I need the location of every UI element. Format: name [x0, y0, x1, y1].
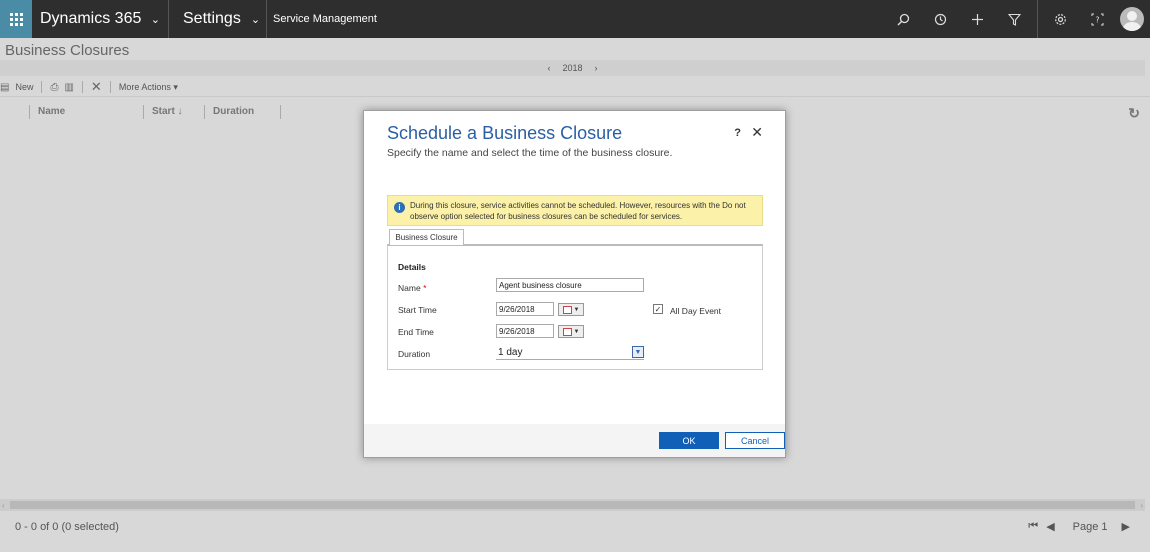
all-day-checkbox[interactable]: ✓ — [653, 304, 663, 314]
next-year-button[interactable]: › — [595, 63, 598, 73]
scroll-left-icon[interactable]: ‹ — [2, 501, 5, 510]
chevron-down-icon: ⌄ — [250, 13, 261, 26]
schedule-closure-dialog: Schedule a Business Closure Specify the … — [363, 110, 786, 458]
calendar-icon — [562, 305, 572, 314]
start-date-picker-button[interactable]: ▼ — [558, 303, 584, 316]
filter-icon[interactable] — [996, 0, 1033, 38]
refresh-icon[interactable]: ↻ — [1128, 105, 1140, 122]
start-time-label: Start Time — [398, 305, 437, 315]
delete-icon[interactable]: ✕ — [91, 79, 102, 95]
new-button[interactable]: New — [15, 82, 33, 92]
end-date-picker-button[interactable]: ▼ — [558, 325, 584, 338]
duration-select[interactable]: 1 day ▼ — [496, 346, 644, 360]
column-divider — [29, 104, 30, 119]
app-name: Dynamics 365 — [40, 10, 142, 27]
page-title: Business Closures — [5, 42, 130, 59]
scroll-right-icon[interactable]: › — [1140, 501, 1143, 510]
duration-label: Duration — [398, 349, 431, 359]
info-icon: i — [394, 202, 405, 213]
all-day-label: All Day Event — [670, 306, 722, 316]
page-number: Page 1 — [1072, 520, 1108, 533]
chevron-down-icon: ⌄ — [150, 13, 160, 26]
status-bar: 0 - 0 of 0 (0 selected) ⏮ ◀ Page 1 ▶ — [0, 512, 1150, 542]
nav-divider — [1037, 0, 1038, 38]
nav-icon-group: ? — [885, 0, 1150, 38]
column-header-duration[interactable]: Duration — [213, 106, 280, 117]
start-date-input[interactable]: 9/26/2018 — [496, 302, 554, 316]
column-divider — [280, 104, 281, 119]
area-name: Settings — [183, 10, 241, 27]
tab-business-closure[interactable]: Business Closure — [389, 229, 464, 245]
required-marker: * — [423, 283, 427, 293]
toolbar-divider — [81, 81, 83, 93]
name-label: Name * — [398, 283, 426, 293]
caret-down-icon: ▼ — [573, 306, 580, 313]
command-bar: ▤ New ⎙ ▥ ✕ More Actions ▾ — [0, 79, 178, 95]
name-label-text: Name — [398, 283, 421, 293]
end-time-label: End Time — [398, 327, 434, 337]
more-actions-button[interactable]: More Actions ▾ — [119, 82, 178, 93]
name-input[interactable]: Agent business closure — [496, 278, 644, 292]
ok-button[interactable]: OK — [659, 432, 719, 449]
pager: ⏮ ◀ Page 1 ▶ — [1028, 520, 1130, 533]
next-page-icon[interactable]: ▶ — [1122, 520, 1130, 533]
recent-icon[interactable] — [922, 0, 959, 38]
column-header-name[interactable]: Name — [38, 106, 143, 117]
more-actions-label: More Actions — [118, 81, 171, 92]
dialog-title: Schedule a Business Closure — [387, 123, 623, 143]
close-button[interactable]: ✕ — [751, 124, 763, 141]
app-switcher[interactable]: Dynamics 365 ⌄ — [32, 0, 169, 38]
caret-down-icon: ▾ — [173, 81, 178, 92]
caret-down-icon: ▼ — [573, 328, 580, 335]
area-switcher[interactable]: Settings ⌄ — [169, 0, 267, 38]
notice-text: During this closure, service activities … — [410, 201, 746, 221]
calendar-icon — [562, 327, 572, 336]
toolbar-divider — [109, 81, 111, 93]
help-button[interactable]: ? — [734, 127, 741, 139]
toolbar-divider — [41, 81, 43, 93]
new-record-icon[interactable]: ▤ — [0, 82, 9, 93]
tab-panel: Details Name * Agent business closure St… — [387, 244, 763, 370]
first-page-icon[interactable]: ⏮ — [1028, 520, 1038, 533]
prev-page-icon[interactable]: ◀ — [1046, 520, 1054, 533]
plus-icon[interactable] — [959, 0, 996, 38]
column-divider — [143, 104, 144, 119]
search-icon[interactable] — [885, 0, 922, 38]
help-icon[interactable]: ? — [1079, 0, 1116, 38]
cancel-button[interactable]: Cancel — [725, 432, 785, 449]
waffle-icon — [9, 12, 23, 26]
horizontal-scrollbar[interactable]: ‹ › — [0, 499, 1145, 511]
dialog-footer: OK Cancel — [364, 424, 785, 457]
top-nav-bar: Dynamics 365 ⌄ Settings ⌄ Service Manage… — [0, 0, 1150, 38]
duration-value: 1 day — [498, 347, 523, 358]
year-label: 2018 — [562, 63, 583, 73]
end-date-input[interactable]: 9/26/2018 — [496, 324, 554, 338]
column-divider — [204, 104, 205, 119]
prev-year-button[interactable]: ‹ — [547, 63, 550, 73]
column-header-start[interactable]: Start ↓ — [152, 106, 204, 117]
breadcrumb[interactable]: Service Management — [267, 13, 377, 25]
chevron-down-icon: ▼ — [632, 346, 644, 358]
document-icon[interactable]: ▥ — [64, 82, 73, 93]
print-icon[interactable]: ⎙ — [50, 82, 58, 93]
dialog-subtitle: Specify the name and select the time of … — [387, 147, 673, 159]
svg-text:?: ? — [1095, 15, 1099, 24]
section-title: Details — [398, 262, 426, 272]
gear-icon[interactable] — [1042, 0, 1079, 38]
info-notice: i During this closure, service activitie… — [387, 195, 763, 226]
year-navigator: ‹ 2018 › — [0, 60, 1145, 76]
app-launcher-button[interactable] — [0, 0, 32, 38]
scrollbar-thumb[interactable] — [10, 501, 1135, 509]
user-avatar[interactable] — [1120, 7, 1144, 31]
record-count: 0 - 0 of 0 (0 selected) — [15, 521, 119, 533]
